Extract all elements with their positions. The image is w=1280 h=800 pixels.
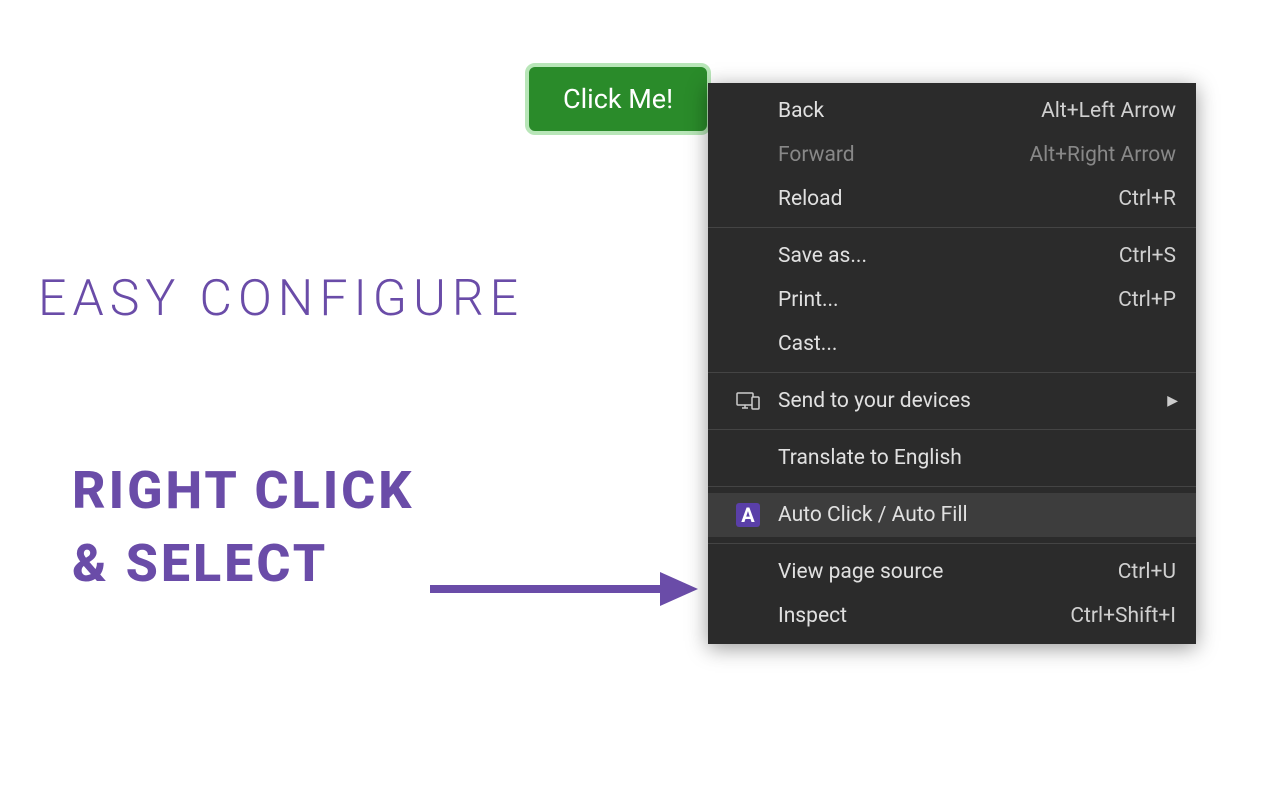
menu-shortcut: Ctrl+R (1118, 187, 1176, 211)
menu-item-translate[interactable]: Translate to English (708, 436, 1196, 480)
menu-separator (708, 543, 1196, 544)
menu-shortcut: Ctrl+U (1118, 560, 1176, 584)
menu-label: Reload (778, 187, 1118, 211)
arrow-icon (430, 564, 700, 614)
menu-item-view-source[interactable]: View page source Ctrl+U (708, 550, 1196, 594)
menu-shortcut: Alt+Right Arrow (1029, 143, 1176, 167)
menu-label: Print... (778, 288, 1118, 312)
menu-separator (708, 486, 1196, 487)
menu-item-reload[interactable]: Reload Ctrl+R (708, 177, 1196, 221)
heading-easy-configure: EASY CONFIGURE (38, 270, 524, 328)
menu-separator (708, 227, 1196, 228)
menu-shortcut: Ctrl+P (1118, 288, 1176, 312)
menu-label: Back (778, 99, 1041, 123)
heading-right-click-select: RIGHT CLICK & SELECT (72, 455, 414, 601)
menu-item-cast[interactable]: Cast... (708, 322, 1196, 366)
context-menu: Back Alt+Left Arrow Forward Alt+Right Ar… (708, 83, 1196, 644)
menu-label: Save as... (778, 244, 1119, 268)
menu-label: Auto Click / Auto Fill (778, 503, 1176, 527)
menu-item-print[interactable]: Print... Ctrl+P (708, 278, 1196, 322)
menu-shortcut: Ctrl+S (1119, 244, 1176, 268)
menu-shortcut: Alt+Left Arrow (1041, 99, 1176, 123)
menu-item-save-as[interactable]: Save as... Ctrl+S (708, 234, 1196, 278)
menu-label: Inspect (778, 604, 1070, 628)
menu-label: Cast... (778, 332, 1176, 356)
heading-line-2: & SELECT (72, 533, 328, 594)
submenu-arrow-icon: ▶ (1167, 393, 1178, 409)
heading-line-1: RIGHT CLICK (72, 460, 414, 521)
menu-label: Send to your devices (778, 389, 1176, 413)
menu-shortcut: Ctrl+Shift+I (1070, 604, 1176, 628)
extension-icon: A (734, 501, 762, 529)
menu-label: Translate to English (778, 446, 1176, 470)
click-me-button[interactable]: Click Me! (525, 63, 711, 135)
menu-item-inspect[interactable]: Inspect Ctrl+Shift+I (708, 594, 1196, 638)
menu-item-send-devices[interactable]: Send to your devices ▶ (708, 379, 1196, 423)
menu-item-forward: Forward Alt+Right Arrow (708, 133, 1196, 177)
menu-separator (708, 429, 1196, 430)
menu-label: View page source (778, 560, 1118, 584)
menu-label: Forward (778, 143, 1029, 167)
menu-separator (708, 372, 1196, 373)
menu-item-auto-click-extension[interactable]: A Auto Click / Auto Fill (708, 493, 1196, 537)
menu-item-back[interactable]: Back Alt+Left Arrow (708, 89, 1196, 133)
devices-icon (734, 387, 762, 415)
